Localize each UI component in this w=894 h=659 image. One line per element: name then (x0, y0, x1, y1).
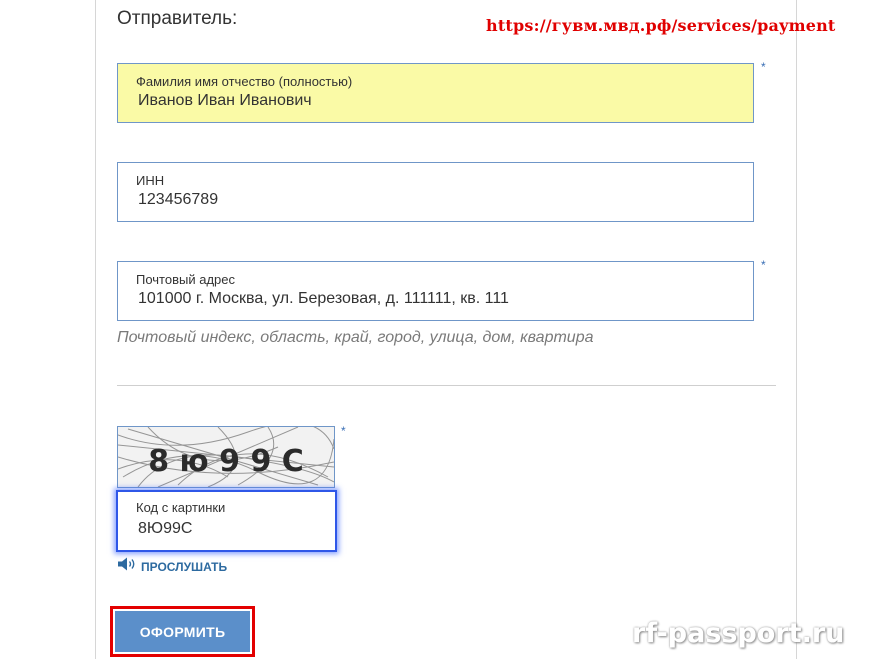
url-annotation: https://гувм.мвд.рф/services/payment (486, 16, 836, 35)
listen-captcha-link[interactable]: ПРОСЛУШАТЬ (117, 557, 227, 576)
required-marker: * (761, 60, 766, 74)
captcha-text: 8 ю 9 9 C (148, 444, 304, 479)
address-label: Почтовый адрес (136, 272, 235, 287)
page-border-right (796, 0, 797, 659)
section-divider (117, 385, 776, 386)
address-hint: Почтовый индекс, область, край, город, у… (117, 329, 594, 346)
required-marker: * (761, 258, 766, 272)
inn-value[interactable]: 123456789 (138, 191, 218, 209)
captcha-code-value[interactable]: 8Ю99С (138, 520, 192, 538)
full-name-label: Фамилия имя отчество (полностью) (136, 74, 353, 89)
captcha-image: 8 ю 9 9 C (117, 426, 335, 488)
inn-field[interactable]: ИНН 123456789 (117, 162, 754, 222)
full-name-field[interactable]: Фамилия имя отчество (полностью) Иванов … (117, 63, 754, 123)
site-watermark: rf-passport.ru (632, 618, 845, 649)
address-field[interactable]: Почтовый адрес 101000 г. Москва, ул. Бер… (117, 261, 754, 321)
page-border-left (95, 0, 96, 659)
address-value[interactable]: 101000 г. Москва, ул. Березовая, д. 1111… (138, 290, 509, 308)
captcha-code-label: Код с картинки (136, 500, 226, 515)
section-title: Отправитель: (117, 8, 238, 29)
required-marker: * (341, 424, 346, 438)
submit-annotation-frame: ОФОРМИТЬ (110, 606, 255, 657)
submit-button[interactable]: ОФОРМИТЬ (115, 611, 250, 652)
inn-label: ИНН (136, 173, 165, 188)
full-name-value[interactable]: Иванов Иван Иванович (138, 92, 312, 110)
speaker-icon (117, 557, 138, 576)
listen-label[interactable]: ПРОСЛУШАТЬ (141, 560, 227, 574)
captcha-code-field[interactable]: Код с картинки 8Ю99С (116, 490, 337, 552)
